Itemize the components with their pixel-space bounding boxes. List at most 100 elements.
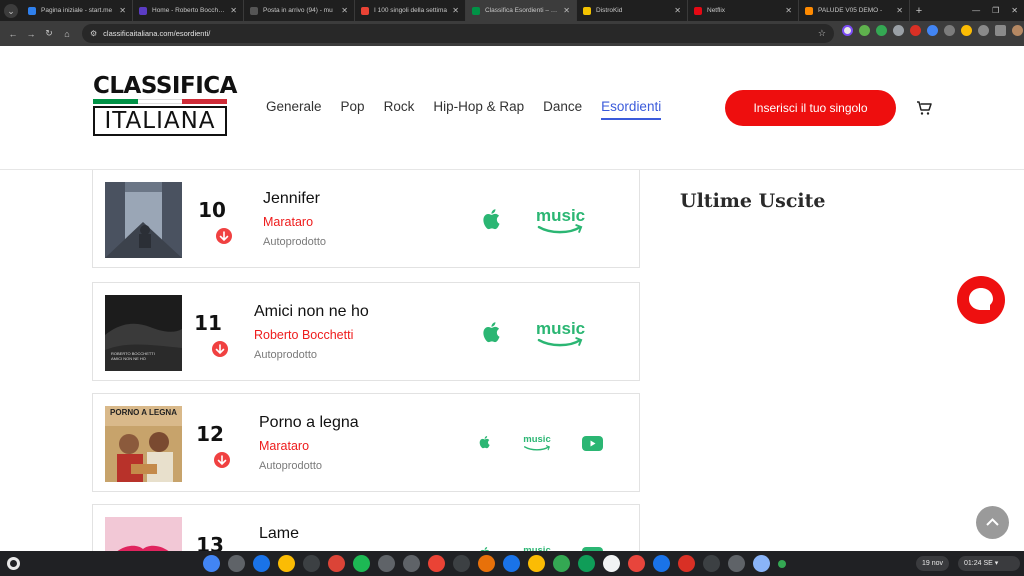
browser-tab[interactable]: Pagina iniziale - start.me ✕ bbox=[22, 0, 133, 21]
track-artist[interactable]: Marataro bbox=[259, 439, 309, 453]
apple-music-icon[interactable] bbox=[479, 206, 505, 237]
browser-tab[interactable]: DistroKid ✕ bbox=[577, 0, 688, 21]
track-title[interactable]: Amici non ne ho bbox=[254, 303, 369, 321]
browser-tab[interactable]: I 100 singoli della settima ✕ bbox=[355, 0, 466, 21]
track-title[interactable]: Porno a legna bbox=[259, 414, 359, 432]
shelf-app-icon[interactable] bbox=[678, 555, 695, 572]
close-tab-icon[interactable]: ✕ bbox=[341, 6, 348, 15]
cart-icon[interactable] bbox=[916, 100, 932, 116]
track-artist[interactable]: Roberto Bocchetti bbox=[254, 328, 353, 342]
shelf-app-icon[interactable] bbox=[653, 555, 670, 572]
shelf-app-icon[interactable] bbox=[303, 555, 320, 572]
shelf-app-icon[interactable] bbox=[703, 555, 720, 572]
extension-icon[interactable] bbox=[842, 25, 853, 36]
extension-icon[interactable] bbox=[893, 25, 904, 36]
track-cover[interactable]: PORNO A LEGNA bbox=[105, 406, 182, 482]
shelf-app-icon[interactable] bbox=[528, 555, 545, 572]
restore-icon[interactable]: ❐ bbox=[992, 6, 999, 15]
forward-button[interactable]: → bbox=[22, 29, 40, 39]
extension-icon[interactable] bbox=[944, 25, 955, 36]
site-logo[interactable]: CLASSIFICA ITALIANA bbox=[93, 74, 237, 138]
nav-item-pop[interactable]: Pop bbox=[341, 99, 365, 120]
minimize-icon[interactable]: — bbox=[972, 6, 980, 15]
shelf-app-icon[interactable] bbox=[378, 555, 395, 572]
shelf-app-icon[interactable] bbox=[453, 555, 470, 572]
nav-item-generale[interactable]: Generale bbox=[266, 99, 322, 120]
track-cover[interactable] bbox=[105, 517, 182, 551]
address-bar[interactable]: ⚙ classificaitaliana.com/esordienti/ ☆ bbox=[82, 24, 834, 43]
browser-tab[interactable]: Posta in arrivo (94) - mu ✕ bbox=[244, 0, 355, 21]
shelf-app-icon[interactable] bbox=[203, 555, 220, 572]
shelf-app-icon[interactable] bbox=[353, 555, 370, 572]
site-info-icon[interactable]: ⚙ bbox=[90, 29, 97, 38]
close-window-icon[interactable]: ✕ bbox=[1011, 6, 1018, 15]
close-tab-icon[interactable]: ✕ bbox=[230, 6, 237, 15]
nav-item-esordienti[interactable]: Esordienti bbox=[601, 99, 662, 120]
scroll-to-top-button[interactable] bbox=[976, 506, 1009, 539]
amazon-music-icon[interactable]: music bbox=[536, 207, 585, 234]
sidepanel-icon[interactable] bbox=[995, 25, 1006, 36]
browser-tab[interactable]: Netflix ✕ bbox=[688, 0, 799, 21]
track-title[interactable]: Jennifer bbox=[263, 190, 320, 208]
track-card[interactable]: 10 Jennifer Marataro Autoprodotto music bbox=[92, 170, 640, 268]
shelf-app-icon[interactable] bbox=[478, 555, 495, 572]
launcher-icon[interactable] bbox=[7, 557, 20, 570]
nav-item-dance[interactable]: Dance bbox=[543, 99, 582, 120]
back-button[interactable]: ← bbox=[4, 29, 22, 39]
shelf-app-icon[interactable] bbox=[228, 555, 245, 572]
close-tab-icon[interactable]: ✕ bbox=[452, 6, 459, 15]
amazon-music-icon[interactable]: music bbox=[523, 435, 551, 451]
track-card[interactable]: ROBERTO BOCCHETTI AMICI NON NE HO 11 Amici… bbox=[92, 282, 640, 381]
shelf-app-icon[interactable] bbox=[278, 555, 295, 572]
shelf-app-icon[interactable] bbox=[428, 555, 445, 572]
shelf-app-icon[interactable] bbox=[628, 555, 645, 572]
track-title[interactable]: Lame bbox=[259, 525, 299, 543]
extension-icon[interactable] bbox=[859, 25, 870, 36]
shelf-app-icon[interactable] bbox=[503, 555, 520, 572]
submit-single-button[interactable]: Inserisci il tuo singolo bbox=[725, 90, 896, 126]
close-tab-icon[interactable]: ✕ bbox=[674, 6, 681, 15]
shelf-app-icon[interactable] bbox=[328, 555, 345, 572]
track-artist[interactable]: Marataro bbox=[263, 215, 313, 229]
amazon-music-icon[interactable]: music bbox=[536, 320, 585, 347]
chat-button[interactable] bbox=[957, 276, 1005, 324]
close-tab-icon[interactable]: ✕ bbox=[119, 6, 126, 15]
browser-tab[interactable]: PALUDE V05 DEMO - ✕ bbox=[799, 0, 910, 21]
extension-icon[interactable] bbox=[961, 25, 972, 36]
tab-search-button[interactable]: ⌄ bbox=[0, 0, 22, 21]
shelf-app-icon[interactable] bbox=[603, 555, 620, 572]
puzzle-icon[interactable] bbox=[978, 25, 989, 36]
track-card[interactable]: PORNO A LEGNA 12 Porno a legna Marataro Auto… bbox=[92, 393, 640, 492]
new-tab-button[interactable]: + bbox=[910, 5, 928, 17]
shelf-app-icon[interactable] bbox=[728, 555, 745, 572]
reload-button[interactable]: ↻ bbox=[40, 28, 58, 39]
close-tab-icon[interactable]: ✕ bbox=[785, 6, 792, 15]
browser-tab[interactable]: Home - Roberto Bocchetti ✕ bbox=[133, 0, 244, 21]
wifi-icon: ▾ bbox=[994, 560, 999, 567]
extension-icon[interactable] bbox=[910, 25, 921, 36]
extension-icon[interactable] bbox=[927, 25, 938, 36]
shelf-app-icon[interactable] bbox=[778, 560, 786, 568]
status-tray[interactable]: 01:24 SE ▾ bbox=[958, 556, 1020, 571]
track-cover[interactable]: ROBERTO BOCCHETTI AMICI NON NE HO bbox=[105, 295, 182, 371]
extension-icon[interactable] bbox=[876, 25, 887, 36]
shelf-app-icon[interactable] bbox=[403, 555, 420, 572]
nav-item-hip-hop-rap[interactable]: Hip-Hop & Rap bbox=[433, 99, 524, 120]
browser-tab[interactable]: Classifica Esordienti – Cla ✕ bbox=[466, 0, 577, 21]
close-tab-icon[interactable]: ✕ bbox=[563, 6, 570, 15]
apple-music-icon[interactable] bbox=[477, 434, 493, 455]
youtube-icon[interactable] bbox=[582, 436, 603, 456]
bookmark-star-icon[interactable]: ☆ bbox=[818, 28, 826, 39]
home-button[interactable]: ⌂ bbox=[58, 29, 76, 39]
apple-music-icon[interactable] bbox=[479, 319, 505, 350]
shelf-app-icon[interactable] bbox=[553, 555, 570, 572]
nav-item-rock[interactable]: Rock bbox=[384, 99, 415, 120]
track-cover[interactable] bbox=[105, 182, 182, 258]
shelf-app-icon[interactable] bbox=[253, 555, 270, 572]
shelf-app-icon[interactable] bbox=[753, 555, 770, 572]
date-indicator[interactable]: 19 nov bbox=[916, 556, 950, 571]
avatar[interactable] bbox=[1012, 25, 1023, 36]
shelf-app-icon[interactable] bbox=[578, 555, 595, 572]
track-card[interactable]: 13 Lame music bbox=[92, 504, 640, 551]
close-tab-icon[interactable]: ✕ bbox=[896, 6, 903, 15]
